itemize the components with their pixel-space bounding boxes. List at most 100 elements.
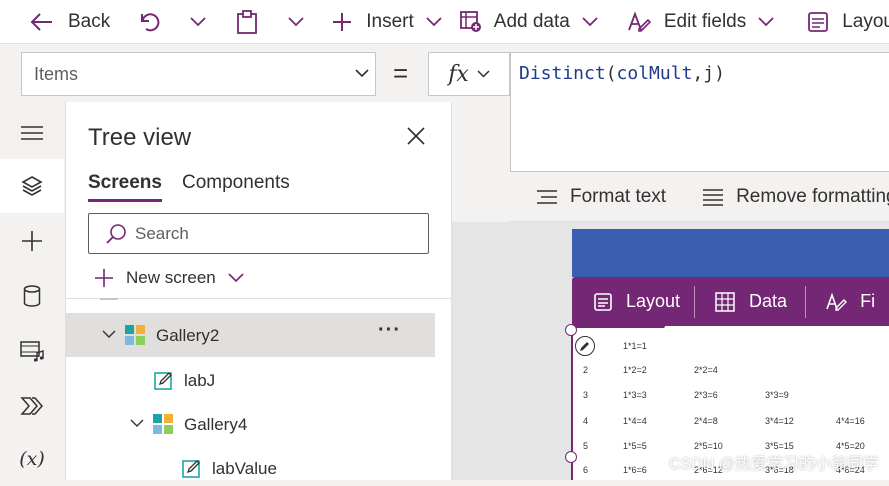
gallery-fields-button[interactable]: Fi	[806, 291, 875, 312]
menu-button[interactable]	[0, 106, 64, 160]
resize-handle[interactable]	[565, 451, 577, 463]
panel-title: Tree view	[88, 124, 192, 151]
row-index: 2	[583, 365, 589, 375]
equals-sign: =	[393, 58, 409, 88]
remove-formatting-button[interactable]: Remove formatting	[666, 186, 889, 208]
tree-node-gallery4[interactable]: Gallery4	[66, 402, 435, 446]
flow-icon	[20, 396, 44, 416]
hamburger-icon	[21, 126, 43, 140]
formula-arg-collection: colMult	[616, 63, 693, 84]
formula-input[interactable]: Distinct(colMult,j)	[510, 52, 889, 172]
data-rail-button[interactable]	[0, 269, 64, 323]
formula-function: Distinct	[519, 63, 606, 84]
undo-button[interactable]	[122, 0, 176, 43]
gallery-cell: 1*3=3	[623, 390, 647, 400]
chevron-down-icon	[582, 16, 598, 27]
gallery-cell: 2*2=4	[694, 365, 718, 375]
insert-rail-button[interactable]	[0, 214, 64, 268]
pencil-icon	[579, 340, 591, 352]
gallery-control-toolbar: Layout Data Fi	[572, 277, 889, 326]
plus-icon	[332, 12, 352, 32]
format-text-label: Format text	[570, 185, 667, 207]
left-rail: (𝑥)	[0, 102, 66, 480]
database-icon	[23, 285, 41, 307]
tree-node-labvalue[interactable]: labValue	[66, 446, 435, 480]
edit-fields-label: Edit fields	[663, 10, 747, 32]
property-value: Items	[34, 63, 79, 84]
new-screen-button[interactable]: New screen	[94, 266, 244, 290]
chevron-down-icon	[758, 16, 774, 27]
layout-button[interactable]: Layout	[790, 0, 889, 43]
gallery-cell: 3*3=9	[765, 390, 789, 400]
row-index: 3	[583, 390, 589, 400]
tab-screens[interactable]: Screens	[88, 172, 162, 202]
function-button[interactable]: fx	[428, 52, 510, 96]
plus-icon	[21, 230, 43, 252]
tab-screens-label: Screens	[88, 172, 162, 193]
layers-icon	[21, 175, 43, 197]
more-options-button[interactable]: ···	[378, 319, 401, 342]
chevron-down-icon	[477, 70, 490, 78]
gallery-data-button[interactable]: Data	[695, 291, 805, 312]
tree-view-panel: Tree view Screens Components Search New …	[66, 102, 452, 480]
gallery-cell: 2*3=6	[694, 390, 718, 400]
add-data-label: Add data	[493, 10, 570, 32]
formula-paren-open: (	[605, 63, 617, 84]
chevron-down-icon	[288, 16, 304, 27]
close-panel-button[interactable]	[406, 126, 430, 150]
tree-node-label: labJ	[184, 371, 216, 390]
layout-icon	[594, 292, 612, 311]
add-data-button[interactable]: Add data	[459, 0, 614, 43]
chevron-down-icon[interactable]	[130, 419, 144, 428]
remove-formatting-label: Remove formatting	[736, 185, 889, 207]
edit-fields-button[interactable]: Edit fields	[614, 0, 790, 43]
tree-node-partial	[100, 298, 118, 300]
new-screen-label: New screen	[126, 268, 216, 287]
tree-view-button[interactable]	[0, 159, 64, 213]
tab-components[interactable]: Components	[182, 172, 290, 194]
insert-button[interactable]: Insert	[318, 0, 460, 43]
gallery-cell: 1*1=1	[623, 341, 647, 351]
gallery-icon	[124, 324, 146, 346]
format-text-icon	[536, 189, 558, 205]
chevron-down-icon[interactable]	[102, 330, 116, 339]
formula-format-bar: Format text Remove formatting	[510, 172, 889, 222]
table-icon	[715, 291, 735, 312]
undo-dropdown-button[interactable]	[176, 0, 220, 43]
tree-node-label: Gallery2	[156, 326, 220, 345]
media-rail-button[interactable]	[0, 324, 64, 378]
gallery-cell: 1*5=5	[623, 441, 647, 451]
chevron-down-icon	[426, 16, 442, 27]
design-canvas[interactable]: Layout Data Fi 1*1=1 2 1*2=2 2*2=4 3 1*3…	[452, 222, 889, 480]
back-label: Back	[68, 10, 111, 32]
search-box[interactable]: Search	[88, 213, 429, 254]
layout-icon	[808, 11, 829, 32]
tree-node-label: labValue	[212, 459, 277, 478]
tree-node-labj[interactable]: labJ	[66, 358, 435, 402]
resize-handle[interactable]	[565, 324, 577, 336]
gallery-cell: 4*4=16	[836, 416, 865, 426]
gallery-icon	[152, 413, 174, 435]
property-dropdown[interactable]: Items	[21, 52, 376, 96]
power-automate-rail-button[interactable]	[0, 379, 64, 433]
tree-divider	[66, 298, 451, 299]
tab-active-indicator	[88, 199, 162, 202]
layout-label: Layout	[842, 10, 889, 32]
row-index: 5	[583, 441, 589, 451]
variables-rail-button[interactable]: (𝑥)	[0, 432, 64, 486]
paste-dropdown-button[interactable]	[274, 0, 318, 43]
gallery-cell: 3*4=12	[765, 416, 794, 426]
label-icon	[182, 458, 202, 478]
back-button[interactable]: Back	[0, 0, 122, 43]
paste-button[interactable]	[220, 0, 274, 43]
chevron-down-icon	[228, 273, 244, 283]
tree-node-gallery2[interactable]: Gallery2 ···	[66, 313, 435, 357]
media-icon	[20, 340, 44, 362]
text-edit-icon	[826, 292, 848, 312]
arrow-left-icon	[30, 12, 54, 32]
gallery-cell: 1*4=4	[623, 416, 647, 426]
format-text-button[interactable]: Format text	[510, 186, 666, 208]
edit-gallery-button[interactable]	[575, 336, 595, 356]
plus-icon	[94, 268, 114, 288]
gallery-layout-button[interactable]: Layout	[572, 291, 694, 312]
